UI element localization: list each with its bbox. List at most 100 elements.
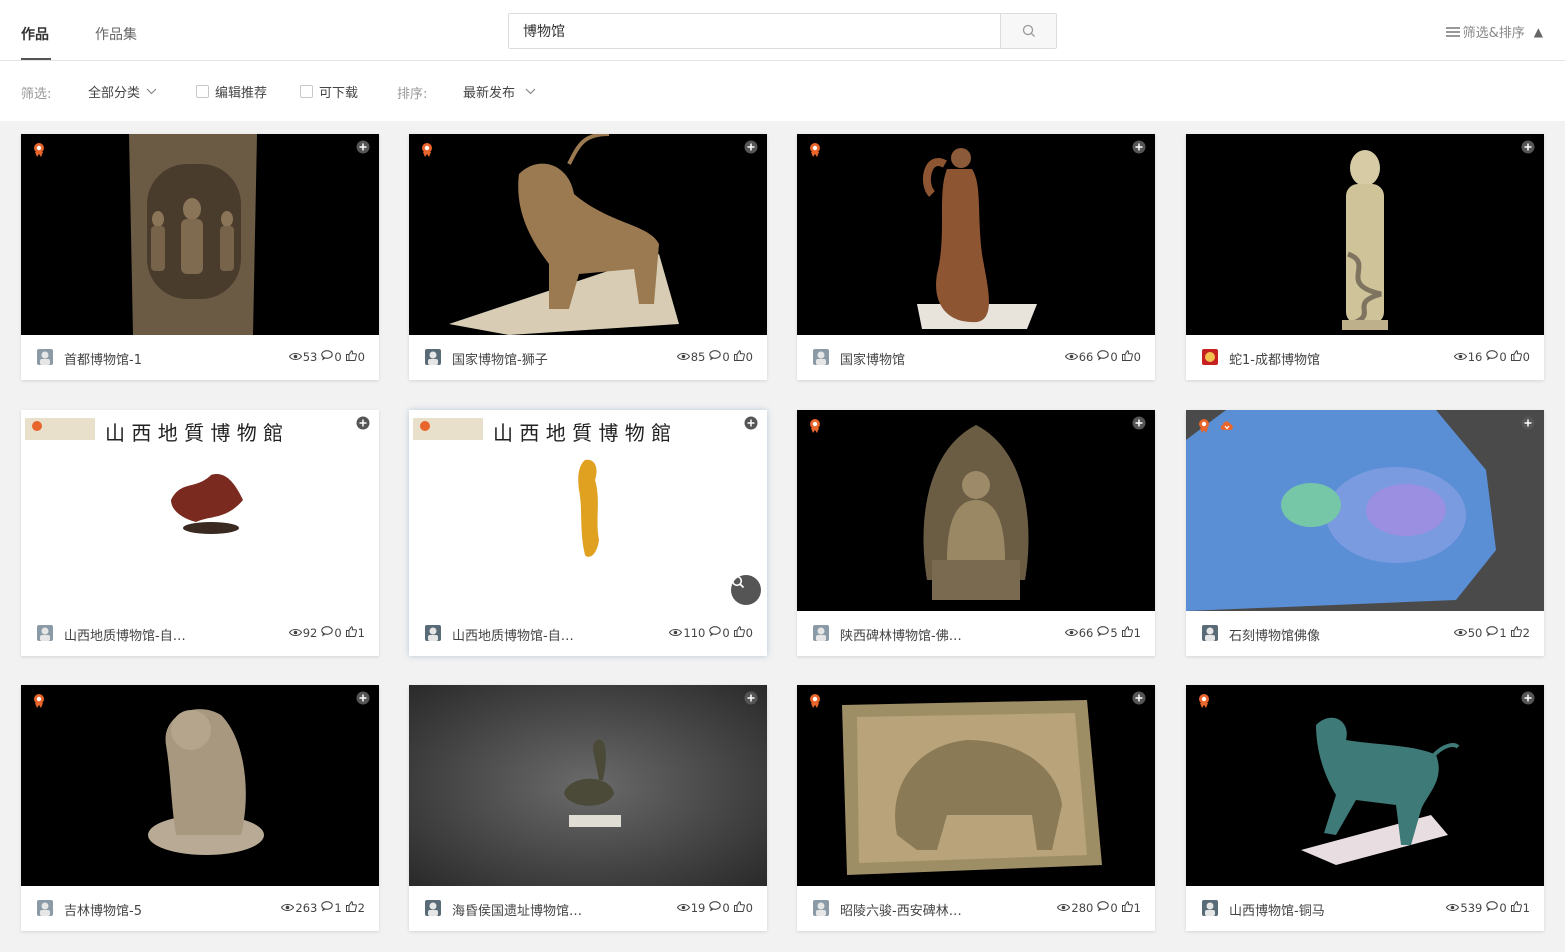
work-title[interactable]: 石刻博物馆佛像	[1229, 625, 1320, 644]
category-dropdown[interactable]: 全部分类	[88, 82, 157, 101]
eye-icon	[281, 901, 295, 915]
work-title[interactable]: 国家博物馆	[840, 349, 905, 368]
add-to-collection-icon[interactable]	[356, 140, 370, 154]
work-title[interactable]: 蛇1-成都博物馆	[1229, 349, 1320, 368]
avatar[interactable]	[1202, 625, 1218, 641]
comments-stat: 1	[1486, 626, 1507, 640]
active-tab-indicator	[21, 58, 51, 60]
work-title[interactable]: 山西地质博物馆-自…	[64, 625, 186, 644]
comment-icon	[1097, 350, 1110, 364]
add-to-collection-icon[interactable]	[1132, 140, 1146, 154]
comments-count: 0	[334, 626, 342, 640]
sort-dropdown[interactable]: 最新发布	[463, 82, 536, 101]
views-count: 50	[1467, 626, 1483, 640]
comments-count: 0	[1110, 350, 1118, 364]
work-card[interactable]: 吉林博物馆-5 263 1 2	[21, 685, 379, 931]
work-thumbnail[interactable]: 山 西 地 質 博 物 館	[21, 410, 379, 611]
add-to-collection-icon[interactable]	[1132, 416, 1146, 430]
add-to-collection-icon[interactable]	[744, 416, 758, 430]
downloadable-checkbox[interactable]: 可下载	[300, 82, 358, 101]
work-thumbnail[interactable]	[797, 685, 1155, 886]
work-title[interactable]: 陕西碑林博物馆-佛…	[840, 625, 962, 644]
sort-value: 最新发布	[463, 86, 516, 101]
work-thumbnail[interactable]	[1186, 410, 1544, 611]
avatar[interactable]	[425, 349, 441, 365]
add-to-collection-icon[interactable]	[744, 140, 758, 154]
comments-stat: 0	[321, 350, 342, 364]
comments-count: 0	[1499, 901, 1507, 915]
add-to-collection-icon[interactable]	[1132, 691, 1146, 705]
avatar[interactable]	[425, 625, 441, 641]
work-thumbnail[interactable]	[409, 685, 767, 886]
work-thumbnail[interactable]	[21, 685, 379, 886]
work-card[interactable]: 国家博物馆-狮子 85 0 0	[409, 134, 767, 380]
work-card[interactable]: 蛇1-成都博物馆 16 0 0	[1186, 134, 1544, 380]
likes-stat: 1	[345, 626, 365, 640]
editor-pick-label: 编辑推荐	[215, 86, 268, 101]
filter-sort-toggle[interactable]: 筛选&排序 ▲	[1445, 22, 1543, 41]
work-card[interactable]: 山 西 地 質 博 物 館 山西地质博物馆-自… 92 0 1	[21, 410, 379, 656]
add-to-collection-icon[interactable]	[1521, 140, 1535, 154]
work-card[interactable]: 山西博物馆-铜马 539 0 1	[1186, 685, 1544, 931]
comments-stat: 0	[709, 901, 730, 915]
work-thumbnail[interactable]	[409, 134, 767, 335]
zoom-icon[interactable]	[731, 575, 761, 605]
avatar[interactable]	[1202, 349, 1218, 365]
add-to-collection-icon[interactable]	[356, 416, 370, 430]
work-title[interactable]: 海昏侯国遗址博物馆…	[452, 900, 582, 919]
work-thumbnail[interactable]	[797, 134, 1155, 335]
likes-count: 2	[357, 901, 365, 915]
views-count: 16	[1467, 350, 1483, 364]
comment-icon	[709, 626, 722, 640]
work-title[interactable]: 山西地质博物馆-自…	[452, 625, 574, 644]
likes-stat: 0	[733, 626, 753, 640]
work-card[interactable]: 昭陵六骏-西安碑林… 280 0 1	[797, 685, 1155, 931]
views-stat: 539	[1446, 901, 1482, 915]
work-thumbnail[interactable]	[21, 134, 379, 335]
work-stats: 19 0 0	[676, 901, 753, 915]
tab-collections[interactable]: 作品集	[95, 24, 137, 44]
work-title[interactable]: 吉林博物馆-5	[64, 900, 142, 919]
tab-works[interactable]: 作品	[21, 24, 49, 44]
eye-icon	[676, 901, 690, 915]
avatar[interactable]	[37, 625, 53, 641]
views-stat: 280	[1057, 901, 1093, 915]
work-card[interactable]: 海昏侯国遗址博物馆… 19 0 0	[409, 685, 767, 931]
comment-icon	[321, 901, 334, 915]
likes-stat: 2	[345, 901, 365, 915]
add-to-collection-icon[interactable]	[1521, 416, 1535, 430]
work-thumbnail[interactable]	[1186, 134, 1544, 335]
work-card-footer: 首都博物馆-1 53 0 0	[21, 335, 379, 380]
avatar[interactable]	[813, 625, 829, 641]
avatar[interactable]	[1202, 900, 1218, 916]
work-thumbnail[interactable]: 山 西 地 質 博 物 館	[409, 410, 767, 611]
avatar[interactable]	[425, 900, 441, 916]
views-stat: 110	[669, 626, 705, 640]
avatar[interactable]	[37, 900, 53, 916]
views-count: 66	[1078, 350, 1094, 364]
work-title[interactable]: 国家博物馆-狮子	[452, 349, 548, 368]
work-card[interactable]: 首都博物馆-1 53 0 0	[21, 134, 379, 380]
avatar[interactable]	[813, 900, 829, 916]
work-card[interactable]: 石刻博物馆佛像 50 1 2	[1186, 410, 1544, 656]
comments-count: 5	[1110, 626, 1118, 640]
work-title[interactable]: 昭陵六骏-西安碑林…	[840, 900, 962, 919]
add-to-collection-icon[interactable]	[1521, 691, 1535, 705]
work-thumbnail[interactable]	[1186, 685, 1544, 886]
add-to-collection-icon[interactable]	[744, 691, 758, 705]
work-title[interactable]: 首都博物馆-1	[64, 349, 142, 368]
likes-count: 0	[745, 626, 753, 640]
search-button[interactable]	[1000, 14, 1056, 48]
views-stat: 53	[288, 350, 317, 364]
work-title[interactable]: 山西博物馆-铜马	[1229, 900, 1325, 919]
work-card[interactable]: 国家博物馆 66 0 0	[797, 134, 1155, 380]
editor-pick-checkbox[interactable]: 编辑推荐	[196, 82, 267, 101]
avatar[interactable]	[37, 349, 53, 365]
avatar[interactable]	[813, 349, 829, 365]
work-thumbnail[interactable]	[797, 410, 1155, 611]
add-to-collection-icon[interactable]	[356, 691, 370, 705]
search-input[interactable]	[509, 14, 1001, 48]
work-card[interactable]: 陕西碑林博物馆-佛… 66 5 1	[797, 410, 1155, 656]
work-card[interactable]: 山 西 地 質 博 物 館 山西地质博物馆-自… 110 0 0	[409, 410, 767, 656]
views-stat: 92	[288, 626, 317, 640]
